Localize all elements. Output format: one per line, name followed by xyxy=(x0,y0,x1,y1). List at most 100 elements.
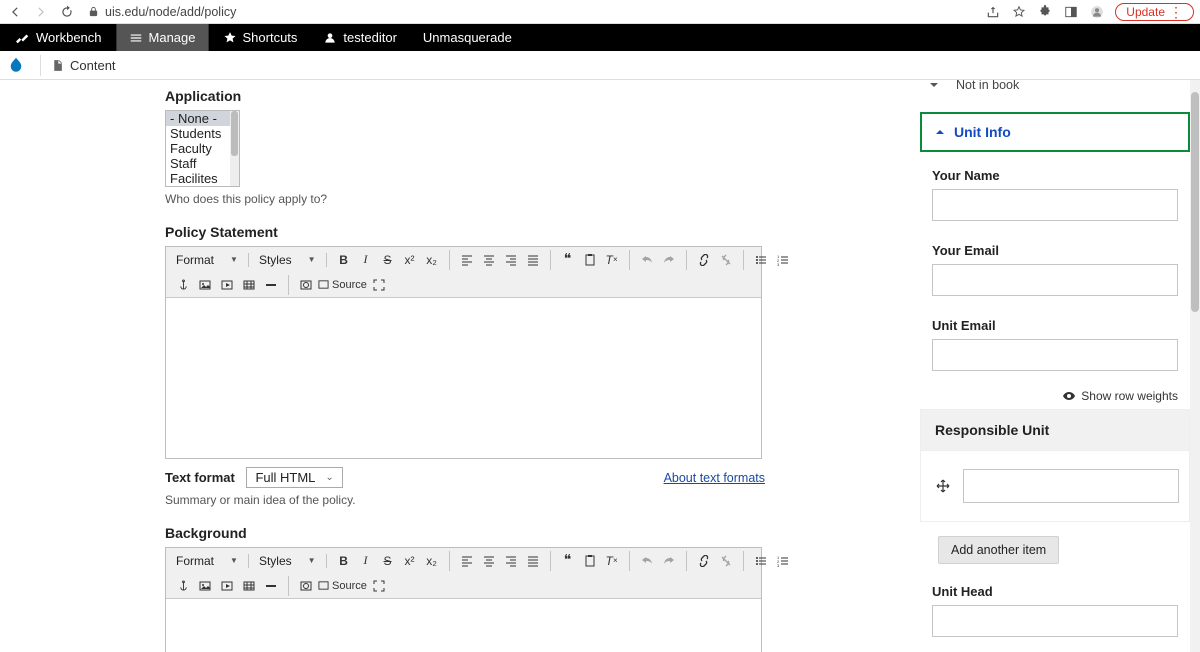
media-icon[interactable] xyxy=(217,275,237,295)
add-another-item-button[interactable]: Add another item xyxy=(938,536,1059,564)
share-icon[interactable] xyxy=(985,4,1001,20)
superscript-button[interactable]: x² xyxy=(400,250,420,270)
align-left-icon[interactable] xyxy=(457,551,477,571)
superscript-button[interactable]: x² xyxy=(400,551,420,571)
styles-dropdown[interactable]: Styles▼ xyxy=(255,253,320,267)
number-list-icon[interactable]: 123 xyxy=(773,250,793,270)
media-icon[interactable] xyxy=(217,576,237,596)
source-button[interactable]: Source xyxy=(318,275,367,295)
styles-dropdown[interactable]: Styles▼ xyxy=(255,554,320,568)
align-center-icon[interactable] xyxy=(479,551,499,571)
maximize-icon[interactable] xyxy=(369,275,389,295)
link-icon[interactable] xyxy=(694,250,714,270)
application-option[interactable]: Faculty xyxy=(166,141,239,156)
unit-head-label: Unit Head xyxy=(932,584,1178,599)
bold-button[interactable]: B xyxy=(334,551,354,571)
format-dropdown[interactable]: Format▼ xyxy=(172,554,242,568)
chevron-up-icon xyxy=(934,126,946,138)
strike-button[interactable]: S xyxy=(378,250,398,270)
application-select[interactable]: - None - Students Faculty Staff Facilite… xyxy=(165,110,240,187)
bullet-list-icon[interactable] xyxy=(751,250,771,270)
application-help: Who does this policy apply to? xyxy=(165,192,765,206)
italic-button[interactable]: I xyxy=(356,551,376,571)
toolbar-manage[interactable]: Manage xyxy=(116,24,209,51)
iframe-icon[interactable] xyxy=(296,275,316,295)
toolbar-workbench[interactable]: Workbench xyxy=(4,24,114,51)
link-icon[interactable] xyxy=(694,551,714,571)
bullet-list-icon[interactable] xyxy=(751,551,771,571)
redo-icon[interactable] xyxy=(659,551,679,571)
text-format-select[interactable]: Full HTML ⌄ xyxy=(246,467,342,488)
strike-button[interactable]: S xyxy=(378,551,398,571)
your-name-input[interactable] xyxy=(932,189,1178,221)
listbox-scrollbar[interactable] xyxy=(230,111,239,186)
application-option[interactable]: Facilites xyxy=(166,171,239,186)
align-justify-icon[interactable] xyxy=(523,551,543,571)
align-right-icon[interactable] xyxy=(501,250,521,270)
hr-icon[interactable] xyxy=(261,576,281,596)
number-list-icon[interactable]: 123 xyxy=(773,551,793,571)
bold-button[interactable]: B xyxy=(334,250,354,270)
source-button[interactable]: Source xyxy=(318,576,367,596)
anchor-icon[interactable] xyxy=(173,576,193,596)
subscript-button[interactable]: x₂ xyxy=(422,250,442,270)
subscript-button[interactable]: x₂ xyxy=(422,551,442,571)
iframe-icon[interactable] xyxy=(296,576,316,596)
toolbar-shortcuts[interactable]: Shortcuts xyxy=(211,24,310,51)
anchor-icon[interactable] xyxy=(173,275,193,295)
table-icon[interactable] xyxy=(239,275,259,295)
format-dropdown[interactable]: Format▼ xyxy=(172,253,242,267)
panel-icon[interactable] xyxy=(1063,4,1079,20)
align-justify-icon[interactable] xyxy=(523,250,543,270)
image-icon[interactable] xyxy=(195,576,215,596)
blockquote-icon[interactable]: ❝ xyxy=(558,250,578,270)
table-icon[interactable] xyxy=(239,576,259,596)
your-email-input[interactable] xyxy=(932,264,1178,296)
undo-icon[interactable] xyxy=(637,551,657,571)
responsible-unit-input[interactable] xyxy=(963,469,1179,503)
url-text: uis.edu/node/add/policy xyxy=(105,5,236,19)
toolbar-user[interactable]: testeditor xyxy=(311,24,408,51)
redo-icon[interactable] xyxy=(659,250,679,270)
unlink-icon[interactable] xyxy=(716,551,736,571)
paste-icon[interactable] xyxy=(580,250,600,270)
undo-icon[interactable] xyxy=(637,250,657,270)
eye-icon xyxy=(1063,392,1075,400)
reload-button[interactable] xyxy=(58,3,76,21)
align-left-icon[interactable] xyxy=(457,250,477,270)
unit-head-input[interactable] xyxy=(932,605,1178,637)
align-center-icon[interactable] xyxy=(479,250,499,270)
content-link[interactable]: Content xyxy=(40,55,126,76)
policy-statement-textarea[interactable] xyxy=(166,298,761,458)
address-bar[interactable]: uis.edu/node/add/policy xyxy=(88,5,236,19)
application-option[interactable]: Students xyxy=(166,126,239,141)
application-option[interactable]: - None - xyxy=(166,111,239,126)
remove-format-icon[interactable]: T× xyxy=(602,250,622,270)
drupal-icon[interactable] xyxy=(6,55,26,75)
remove-format-icon[interactable]: T× xyxy=(602,551,622,571)
back-button[interactable] xyxy=(6,3,24,21)
align-right-icon[interactable] xyxy=(501,551,521,571)
profile-icon[interactable] xyxy=(1089,4,1105,20)
book-outline-row[interactable]: Not in book xyxy=(926,80,1190,96)
forward-button[interactable] xyxy=(32,3,50,21)
italic-button[interactable]: I xyxy=(356,250,376,270)
blockquote-icon[interactable]: ❝ xyxy=(558,551,578,571)
page-scrollbar[interactable] xyxy=(1190,80,1200,652)
update-button[interactable]: Update ⋮ xyxy=(1115,3,1194,21)
star-icon[interactable] xyxy=(1011,4,1027,20)
extensions-icon[interactable] xyxy=(1037,4,1053,20)
application-option[interactable]: Staff xyxy=(166,156,239,171)
show-row-weights[interactable]: Show row weights xyxy=(932,389,1178,403)
unlink-icon[interactable] xyxy=(716,250,736,270)
maximize-icon[interactable] xyxy=(369,576,389,596)
paste-icon[interactable] xyxy=(580,551,600,571)
drag-handle-icon[interactable] xyxy=(931,479,955,493)
unit-email-input[interactable] xyxy=(932,339,1178,371)
image-icon[interactable] xyxy=(195,275,215,295)
about-text-formats-link[interactable]: About text formats xyxy=(664,471,765,485)
background-textarea[interactable] xyxy=(166,599,761,652)
hr-icon[interactable] xyxy=(261,275,281,295)
toolbar-unmasquerade[interactable]: Unmasquerade xyxy=(411,24,524,51)
unit-info-accordion[interactable]: Unit Info xyxy=(920,112,1190,152)
